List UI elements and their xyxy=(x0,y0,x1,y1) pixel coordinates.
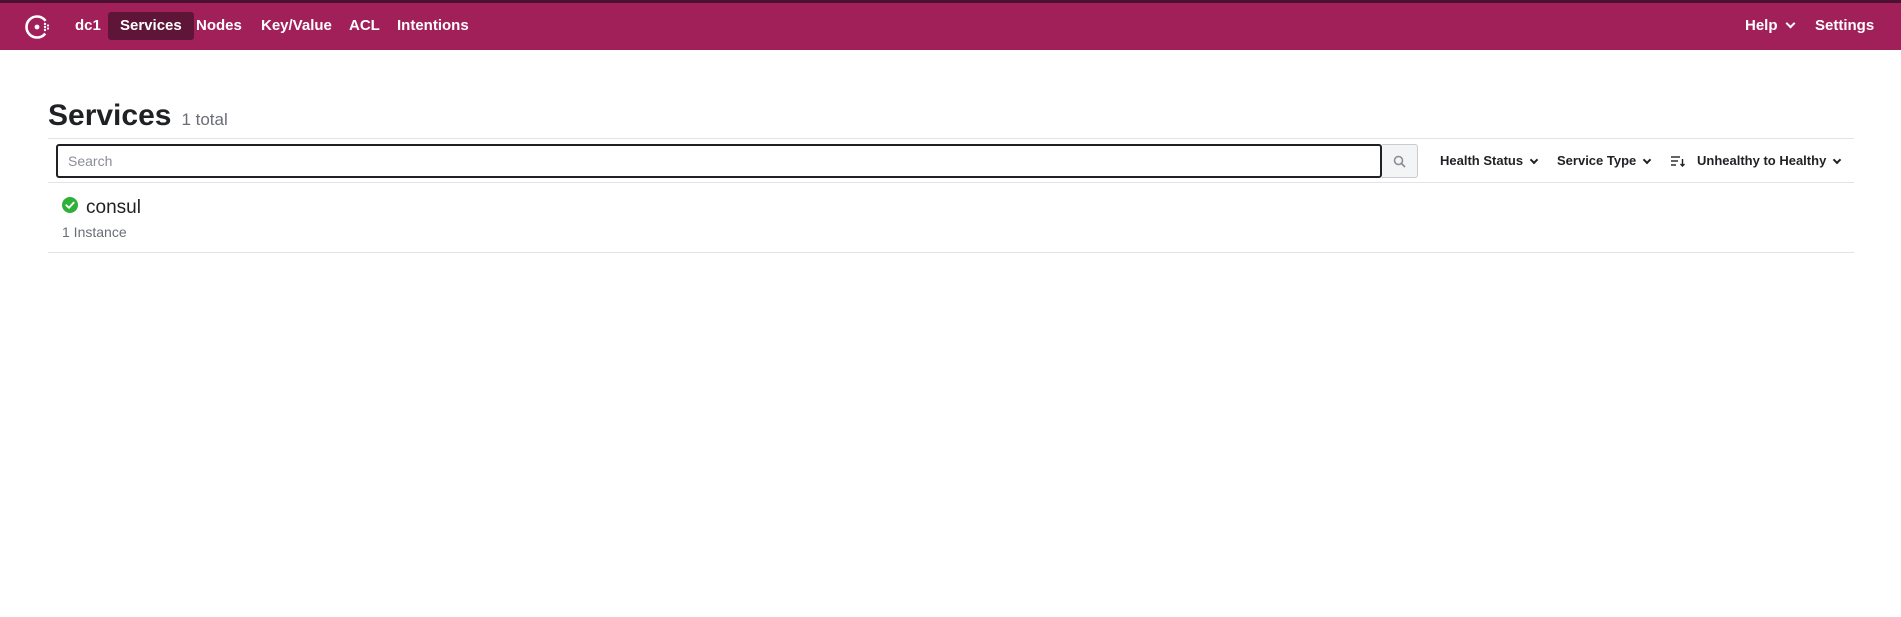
page-title: Services xyxy=(48,99,172,132)
service-instance-count: 1 Instance xyxy=(62,224,127,240)
nav-services[interactable]: Services xyxy=(108,12,194,40)
health-status-filter[interactable]: Health Status xyxy=(1440,144,1539,178)
help-menu[interactable]: Help xyxy=(1733,12,1806,40)
sort-label: Unhealthy to Healthy xyxy=(1697,153,1827,168)
chevron-down-icon xyxy=(1643,155,1652,165)
service-type-label: Service Type xyxy=(1557,153,1637,168)
search-icon xyxy=(1393,155,1406,168)
services-total-count: 1 total xyxy=(181,110,228,129)
check-circle-icon xyxy=(62,197,78,213)
health-status-label: Health Status xyxy=(1440,153,1524,168)
search-input[interactable] xyxy=(56,144,1382,178)
chevron-down-icon xyxy=(1785,18,1795,29)
list-item[interactable]: consul 1 Instance xyxy=(48,183,1854,253)
nav-key-value[interactable]: Key/Value xyxy=(249,12,344,40)
nav-settings[interactable]: Settings xyxy=(1803,12,1886,40)
chevron-down-icon xyxy=(1529,155,1539,165)
filter-bar: Health Status Service Type Unhealthy to … xyxy=(48,138,1854,183)
page-header: Services 1 total xyxy=(48,99,228,133)
service-type-filter[interactable]: Service Type xyxy=(1557,144,1652,178)
top-navigation-bar: dc1 Services Nodes Key/Value ACL Intenti… xyxy=(0,0,1901,50)
chevron-down-icon xyxy=(1833,155,1842,165)
service-name-link[interactable]: consul xyxy=(86,197,141,219)
help-label: Help xyxy=(1745,17,1778,34)
sort-icon xyxy=(1671,155,1685,167)
search-button[interactable] xyxy=(1382,144,1418,178)
datacenter-selector[interactable]: dc1 xyxy=(63,12,113,40)
nav-nodes[interactable]: Nodes xyxy=(184,12,254,40)
nav-acl[interactable]: ACL xyxy=(337,12,392,40)
sort-selector[interactable]: Unhealthy to Healthy xyxy=(1671,144,1842,178)
nav-intentions[interactable]: Intentions xyxy=(385,12,481,40)
consul-logo-icon[interactable] xyxy=(22,12,52,42)
